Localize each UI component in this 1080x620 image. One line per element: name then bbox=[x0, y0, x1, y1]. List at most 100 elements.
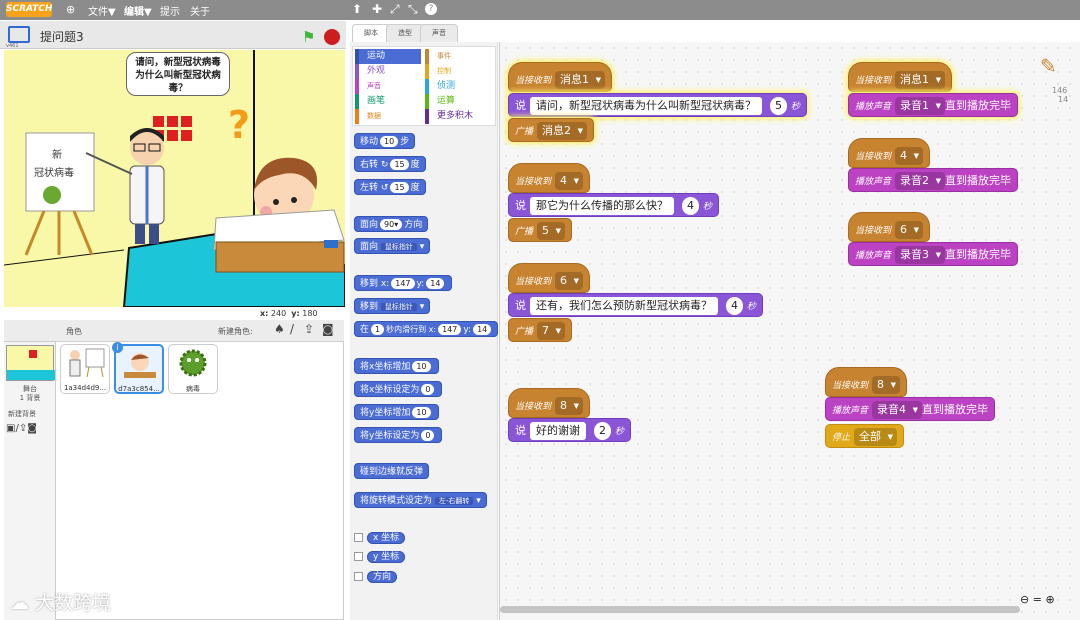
category-motion[interactable]: 运动 bbox=[355, 49, 421, 64]
block-play-sound-r2[interactable]: 播放声音录音2直到播放完毕 bbox=[848, 168, 1019, 192]
green-flag-icon[interactable]: ⚑ bbox=[302, 28, 315, 46]
category-sound[interactable]: 声音 bbox=[355, 79, 381, 94]
block-broadcast-3[interactable]: 广播 7 bbox=[508, 318, 573, 342]
horizontal-scrollbar[interactable] bbox=[500, 606, 1020, 613]
stage-backdrops: 1 背景 bbox=[19, 394, 41, 402]
backdrop-tools-icon[interactable]: ▣/⇪◙ bbox=[6, 423, 37, 434]
block-point-towards[interactable]: 面向 鼠标指针 ▾ bbox=[354, 238, 431, 254]
checkbox-y[interactable] bbox=[354, 551, 363, 561]
sprite-library-icon[interactable]: ♠ bbox=[274, 322, 285, 336]
reporter-x-position[interactable]: x 坐标 bbox=[354, 530, 406, 546]
project-title[interactable]: 提问题3 bbox=[40, 28, 84, 45]
upload-icon[interactable]: ⇪ bbox=[304, 322, 314, 336]
block-glide[interactable]: 在 1 秒内滑行到 x: 147 y: 14 bbox=[354, 321, 498, 337]
fullscreen-icon[interactable] bbox=[8, 26, 30, 43]
block-rotation-style[interactable]: 将旋转模式设定为 左-右翻转 ▾ bbox=[354, 492, 487, 508]
hat-when-receive-1[interactable]: 当接收到 消息1 bbox=[508, 62, 613, 92]
svg-text:新: 新 bbox=[52, 148, 62, 161]
block-broadcast-2[interactable]: 广播 5 bbox=[508, 218, 573, 242]
help-icon[interactable]: ? bbox=[425, 3, 437, 15]
hat-when-receive-r2[interactable]: 当接收到 4 bbox=[848, 138, 931, 168]
tab-costumes[interactable]: 造型 bbox=[386, 24, 424, 42]
stage-thumbnail[interactable] bbox=[6, 345, 55, 381]
block-play-sound-r1[interactable]: 播放声音录音1直到播放完毕 bbox=[848, 93, 1019, 117]
category-sensing[interactable]: 侦测 bbox=[425, 79, 455, 94]
block-goto[interactable]: 移到 鼠标指针 ▾ bbox=[354, 298, 431, 314]
watermark-logo-icon: ☁ bbox=[10, 592, 29, 614]
category-operators[interactable]: 运算 bbox=[425, 94, 455, 109]
rotate-cw-icon: ↻ bbox=[380, 160, 389, 170]
globe-icon[interactable]: ⊕ bbox=[66, 3, 75, 16]
checkbox-direction[interactable] bbox=[354, 571, 363, 581]
hat-when-receive-r3[interactable]: 当接收到 6 bbox=[848, 212, 931, 242]
menu-edit[interactable]: 编辑▼ bbox=[124, 3, 152, 18]
new-backdrop-label: 新建背景 bbox=[8, 410, 36, 418]
info-icon[interactable]: i bbox=[112, 342, 123, 353]
block-turn-left[interactable]: 左转 ↺ 15 度 bbox=[354, 179, 426, 195]
mouse-coords: x: 240 y: 180 bbox=[260, 309, 318, 318]
hat-when-receive-r1[interactable]: 当接收到 消息1 bbox=[848, 62, 953, 92]
menu-about[interactable]: 关于 bbox=[190, 3, 210, 18]
hat-when-receive-r4[interactable]: 当接收到 8 bbox=[825, 367, 908, 397]
scratch-logo[interactable]: SCRATCH bbox=[6, 2, 52, 17]
sprite-corner-icon: ✎ bbox=[1040, 54, 1057, 78]
category-looks[interactable]: 外观 bbox=[355, 64, 385, 79]
block-say-4[interactable]: 说好的谢谢 2 秒 bbox=[508, 418, 632, 442]
category-data[interactable]: 数据 bbox=[355, 109, 381, 124]
block-set-y[interactable]: 将y坐标设定为 0 bbox=[354, 427, 443, 443]
block-stop-all[interactable]: 停止 全部 bbox=[825, 424, 905, 448]
block-bounce[interactable]: 碰到边缘就反弹 bbox=[354, 463, 430, 479]
sprite-thumb-virus[interactable]: 病毒 bbox=[168, 344, 218, 394]
block-say-3[interactable]: 说还有，我们怎么预防新型冠状病毒？ 4 秒 bbox=[508, 293, 764, 317]
block-turn-right[interactable]: 右转 ↻ 15 度 bbox=[354, 156, 426, 172]
rotate-ccw-icon: ↺ bbox=[380, 183, 389, 193]
tab-scripts[interactable]: 脚本 bbox=[352, 24, 390, 42]
block-say-1[interactable]: 说请问，新型冠状病毒为什么叫新型冠状病毒？ 5 秒 bbox=[508, 93, 808, 117]
grow-icon[interactable]: ⤢ bbox=[390, 2, 400, 17]
zoom-out-icon[interactable]: ⊖ bbox=[1020, 593, 1029, 606]
zoom-in-icon[interactable]: ⊕ bbox=[1045, 593, 1054, 606]
camera-icon[interactable]: ◙ bbox=[322, 322, 334, 336]
hat-when-receive-2[interactable]: 当接收到 4 bbox=[508, 163, 591, 193]
block-set-x[interactable]: 将x坐标设定为 0 bbox=[354, 381, 443, 397]
block-move-steps[interactable]: 移动 10 步 bbox=[354, 133, 416, 149]
sprite-thumb-doctor[interactable]: 1a34d4d9... bbox=[60, 344, 110, 394]
new-sprite-label: 新建角色: bbox=[218, 327, 253, 336]
shrink-icon[interactable]: ⤡ bbox=[408, 2, 418, 17]
sprite-name: 病毒 bbox=[186, 385, 200, 393]
hat-when-receive-4[interactable]: 当接收到 8 bbox=[508, 388, 591, 418]
tab-sounds[interactable]: 声音 bbox=[420, 24, 458, 42]
sprites-label: 角色 bbox=[66, 327, 82, 336]
stop-sign-icon[interactable] bbox=[324, 29, 340, 45]
reporter-direction[interactable]: 方向 bbox=[354, 569, 398, 585]
block-play-sound-r3[interactable]: 播放声音录音3直到播放完毕 bbox=[848, 242, 1019, 266]
category-more-blocks[interactable]: 更多积木 bbox=[425, 109, 473, 124]
block-change-y[interactable]: 将y坐标增加 10 bbox=[354, 404, 439, 420]
checkbox-x[interactable] bbox=[354, 532, 363, 542]
block-broadcast-1[interactable]: 广播 消息2 bbox=[508, 118, 595, 142]
reporter-y-position[interactable]: y 坐标 bbox=[354, 549, 406, 565]
block-goto-xy[interactable]: 移到 x: 147 y: 14 bbox=[354, 275, 453, 291]
block-play-sound-r4[interactable]: 播放声音录音4直到播放完毕 bbox=[825, 397, 996, 421]
stage-canvas[interactable]: 新 冠状病毒 ? 请问，新型冠状病毒为什么叫新型冠状病毒？ bbox=[4, 50, 345, 307]
category-control[interactable]: 控制 bbox=[425, 64, 451, 79]
delete-icon[interactable]: ✚ bbox=[372, 2, 382, 16]
duplicate-icon[interactable]: ⬆ bbox=[352, 2, 362, 16]
watermark: ☁ 大数跨境 bbox=[10, 592, 112, 614]
tab-bar bbox=[350, 21, 1080, 43]
menu-file[interactable]: 文件▼ bbox=[88, 3, 116, 18]
speech-bubble: 请问，新型冠状病毒为什么叫新型冠状病毒？ bbox=[126, 52, 230, 96]
svg-text:?: ? bbox=[228, 103, 250, 147]
block-point-direction[interactable]: 面向 90▾ 方向 bbox=[354, 216, 429, 232]
zoom-reset-icon[interactable]: = bbox=[1033, 593, 1042, 606]
block-change-x[interactable]: 将x坐标增加 10 bbox=[354, 358, 439, 374]
hat-when-receive-3[interactable]: 当接收到 6 bbox=[508, 263, 591, 293]
category-pen[interactable]: 画笔 bbox=[355, 94, 385, 109]
sprite-y-info: 14 bbox=[1058, 95, 1069, 104]
sprite-thumb-boy[interactable]: i d7a3c854... bbox=[112, 342, 164, 394]
category-events[interactable]: 事件 bbox=[425, 49, 451, 64]
paint-brush-icon[interactable]: / bbox=[290, 322, 294, 336]
version-label: v461 bbox=[6, 43, 19, 49]
menu-tips[interactable]: 提示 bbox=[160, 3, 180, 18]
block-say-2[interactable]: 说那它为什么传播的那么快？ 4 秒 bbox=[508, 193, 720, 217]
